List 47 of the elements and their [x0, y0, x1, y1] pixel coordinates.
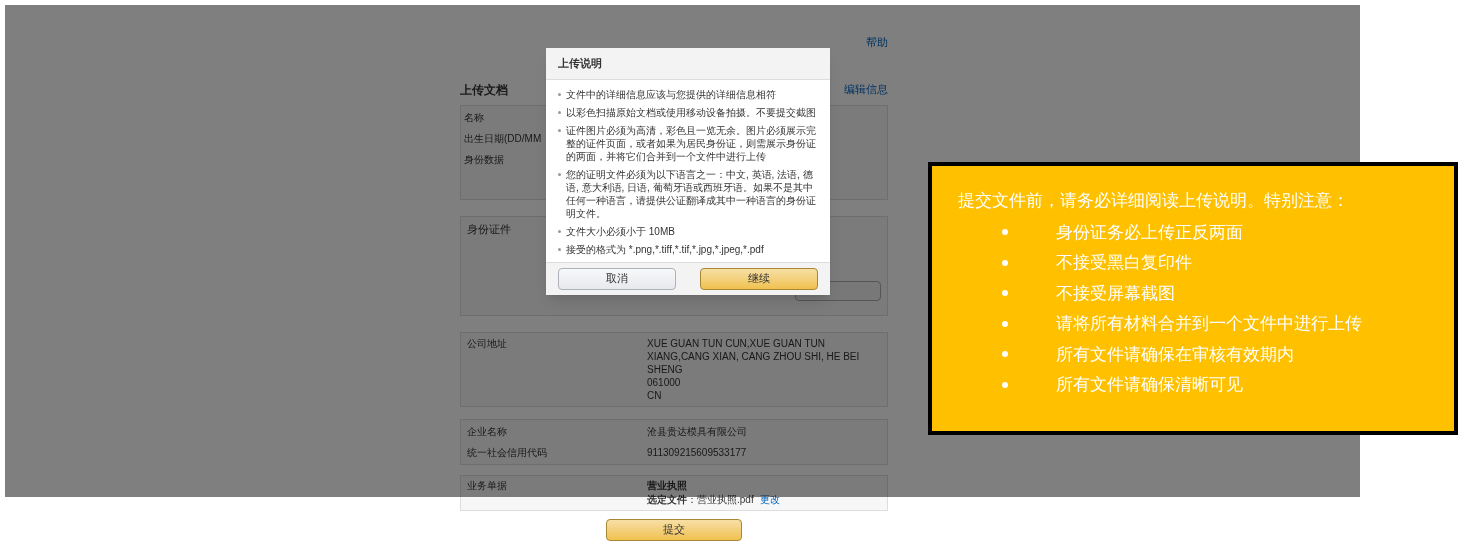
- field-label: 身份证件: [467, 221, 511, 237]
- dialog-title: 上传说明: [558, 57, 602, 69]
- field-label: 名称: [464, 110, 484, 125]
- field-label: 身份数据: [464, 152, 504, 167]
- field-value: 沧县贵达模具有限公司: [647, 424, 747, 439]
- document-title: 营业执照: [647, 478, 688, 493]
- instruction-text: 以彩色扫描原始文档或使用移动设备拍摄。不要提交截图: [566, 105, 816, 119]
- section-title: 上传文档: [460, 81, 508, 99]
- notice-item: 不接受黑白复印件: [1056, 252, 1192, 274]
- field-label: 出生日期(DD/MM: [464, 131, 542, 146]
- address-line: CN: [647, 388, 663, 402]
- bullet-icon: [558, 92, 561, 96]
- instruction-text: 您的证明文件必须为以下语言之一：中文, 英语, 法语, 德语, 意大利语, 日语, 葡萄牙语或西班牙语。如果不是其中任何一种语言，请提供公证翻译成其中一种语言的身份证明文件。: [566, 167, 817, 220]
- address-line: SHENG: [647, 362, 684, 376]
- bullet-icon: [1002, 381, 1008, 388]
- bullet-icon: [1002, 229, 1008, 236]
- instruction-text: 文件中的详细信息应该与您提供的详细信息相符: [566, 87, 776, 101]
- cancel-button[interactable]: 取消: [558, 267, 676, 290]
- continue-button[interactable]: 继续: [700, 267, 818, 290]
- instruction-text: 接受的格式为 *.png,*.tiff,*.tif,*.jpg,*.jpeg,*.pdf: [566, 242, 764, 256]
- instruction-text: 证件图片必须为高清，彩色且一览无余。图片必须展示完整的证件页面，或者如果为居民身份证，则需展示身份证的两面，并将它们合并到一个文件中进行上传: [566, 123, 817, 163]
- notice-item: 所有文件请确保清晰可见: [1056, 374, 1243, 396]
- notice-item: 不接受屏幕截图: [1056, 282, 1175, 305]
- bullet-icon: [1002, 351, 1008, 358]
- bullet-icon: [1002, 259, 1008, 266]
- bullet-icon: [558, 110, 561, 114]
- field-value: 911309215609533177: [647, 445, 747, 460]
- submit-button[interactable]: 提交: [606, 518, 742, 541]
- field-label: 企业名称: [467, 424, 508, 439]
- instruction-text: 文件大小必须小于 10MB: [566, 224, 675, 238]
- notice-item: 请将所有材料合并到一个文件中进行上传: [1056, 313, 1362, 335]
- address-line: XUE GUAN TUN CUN,XUE GUAN TUN: [647, 336, 826, 350]
- bullet-icon: [1002, 290, 1008, 297]
- field-label: 公司地址: [467, 336, 508, 351]
- field-label: 业务单据: [467, 478, 508, 493]
- change-link[interactable]: 更改: [759, 492, 780, 507]
- bullet-icon: [558, 229, 561, 233]
- notice-item: 身份证务必上传正反两面: [1056, 221, 1243, 244]
- selected-file: 选定文件：营业执照.pdf: [647, 492, 754, 507]
- address-line: 061000: [647, 375, 682, 389]
- address-line: XIANG,CANG XIAN, CANG ZHOU SHI, HE BEI: [647, 349, 860, 363]
- notice-item: 所有文件请确保在审核有效期内: [1056, 343, 1294, 366]
- bullet-icon: [1002, 320, 1008, 327]
- bullet-icon: [558, 128, 561, 132]
- bullet-icon: [558, 172, 561, 176]
- bullet-icon: [558, 247, 561, 251]
- notice-heading: 提交文件前，请务必详细阅读上传说明。特别注意：: [958, 190, 1350, 212]
